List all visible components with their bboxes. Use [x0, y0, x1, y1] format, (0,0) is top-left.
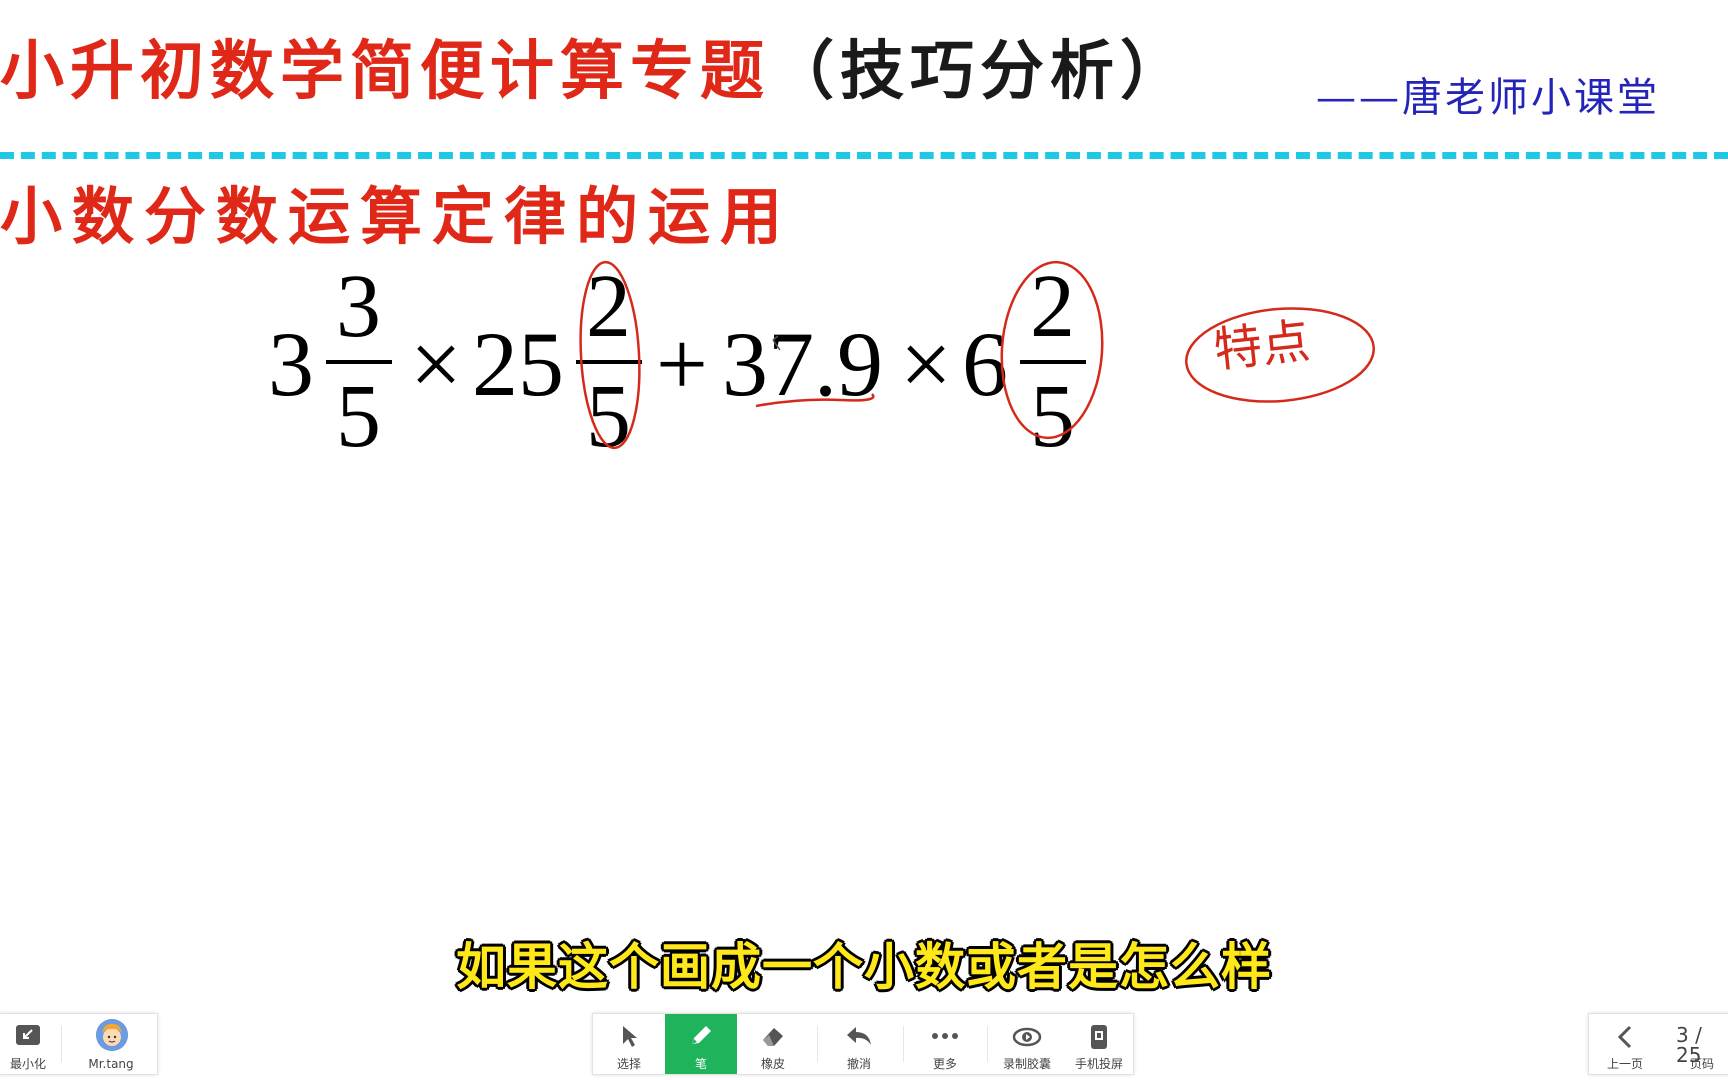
ink-note-text: 特点	[1211, 313, 1313, 379]
undo-button[interactable]: 撤消	[823, 1014, 895, 1074]
toolbar-left: 最小化 Mr.tang	[0, 1013, 158, 1075]
ink-circle-fraction-2	[579, 260, 641, 450]
toolbar-center: 选择 笔 橡皮 撤消 更多 录制胶囊 手机投屏	[592, 1013, 1134, 1075]
pen-label: 笔	[694, 1057, 707, 1071]
prev-page-button[interactable]: 上一页	[1589, 1014, 1661, 1074]
ink-underline-decimal	[755, 393, 875, 408]
record-capsule-icon	[1012, 1027, 1042, 1047]
select-tool-button[interactable]: 选择	[593, 1014, 665, 1074]
whiteboard-canvas[interactable]: 小升初数学简便计算专题（技巧分析） ——唐老师小课堂 小数分数运算定律的运用 3…	[0, 0, 1728, 1080]
undo-label: 撤消	[846, 1057, 871, 1071]
phone-cast-button[interactable]: 手机投屏	[1063, 1014, 1135, 1074]
minimize-icon	[16, 1025, 40, 1045]
toolbar-separator	[817, 1026, 818, 1062]
ink-annotations	[579, 260, 1375, 450]
chevron-left-icon	[1617, 1025, 1632, 1049]
cast-label: 手机投屏	[1074, 1057, 1123, 1071]
eraser-label: 橡皮	[760, 1057, 785, 1071]
toolbar-separator	[903, 1026, 904, 1062]
prev-page-label: 上一页	[1606, 1057, 1643, 1071]
minimize-label: 最小化	[9, 1057, 46, 1071]
minimize-button[interactable]: 最小化	[0, 1014, 57, 1074]
pen-icon	[692, 1026, 711, 1044]
ink-circle-fraction-3	[1000, 260, 1104, 440]
cursor-icon	[772, 335, 781, 351]
record-label: 录制胶囊	[1002, 1057, 1051, 1071]
more-button[interactable]: 更多	[909, 1014, 981, 1074]
toolbar-separator	[987, 1026, 988, 1062]
user-name: Mr.tang	[88, 1057, 134, 1071]
phone-icon	[1091, 1025, 1107, 1049]
eraser-icon	[763, 1028, 783, 1046]
pen-tool-button[interactable]: 笔	[665, 1014, 737, 1074]
cursor-arrow-icon	[623, 1026, 637, 1047]
record-button[interactable]: 录制胶囊	[991, 1014, 1063, 1074]
video-caption: 如果这个画成一个小数或者是怎么样	[456, 938, 1272, 996]
more-dots-icon	[932, 1033, 958, 1039]
toolbar-separator	[61, 1026, 62, 1062]
avatar-icon	[96, 1019, 128, 1051]
avatar[interactable]	[96, 1019, 128, 1051]
page-indicator: 3 / 25	[1676, 1023, 1702, 1067]
undo-icon	[847, 1027, 871, 1045]
more-label: 更多	[932, 1057, 957, 1071]
select-label: 选择	[616, 1057, 641, 1071]
eraser-tool-button[interactable]: 橡皮	[737, 1014, 809, 1074]
